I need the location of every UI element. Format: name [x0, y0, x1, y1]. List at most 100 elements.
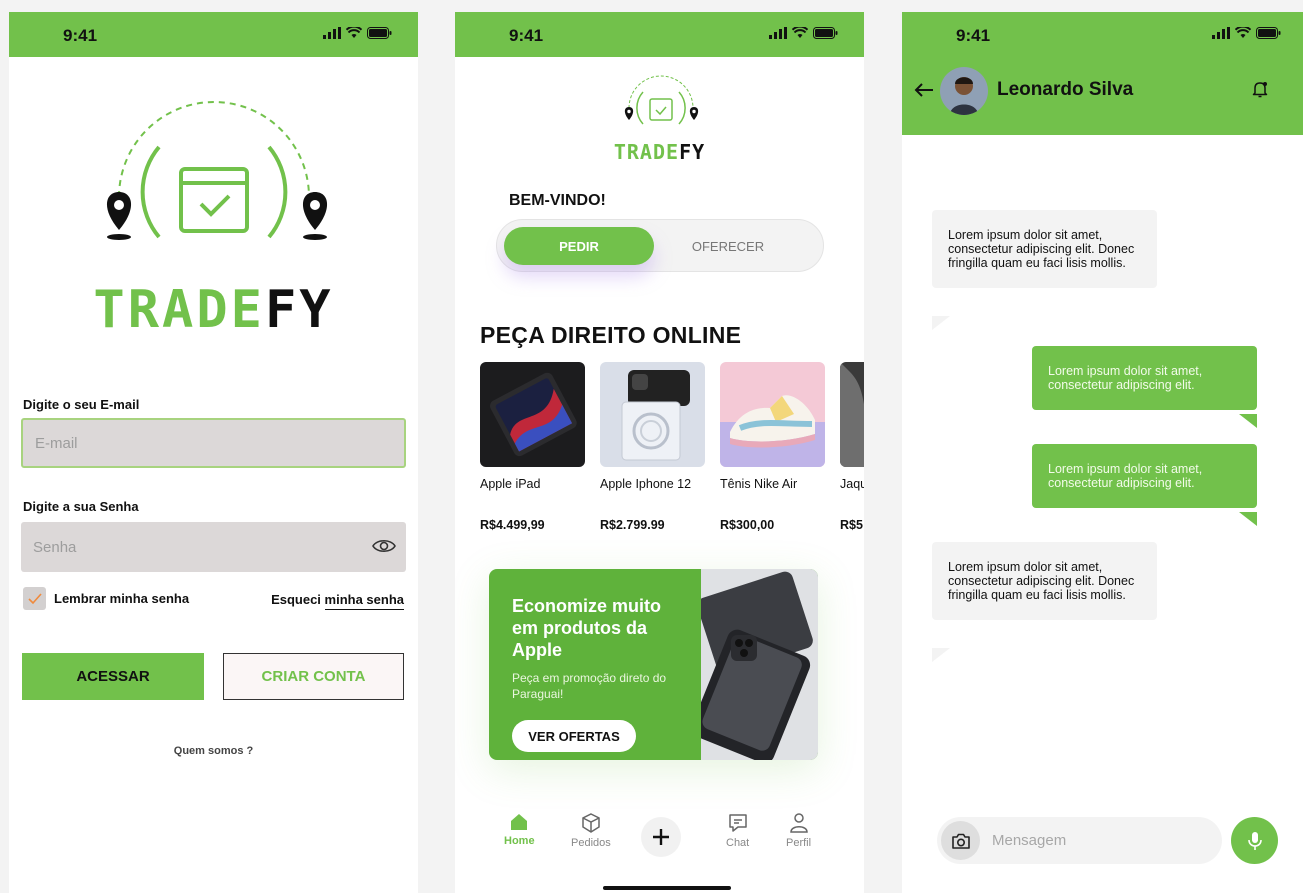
status-bar: 9:41 — [9, 12, 418, 57]
nav-label: Pedidos — [571, 837, 611, 849]
promo-title: Economize muito em produtos da Apple — [512, 596, 662, 660]
microphone-icon — [1247, 831, 1262, 850]
brand-wordmark: TRADEFY — [9, 280, 418, 340]
nav-label: Chat — [726, 837, 750, 849]
message-input[interactable] — [992, 817, 1192, 864]
battery-icon — [367, 27, 392, 39]
battery-icon — [1256, 27, 1281, 39]
bubble-tail — [1239, 512, 1257, 526]
brand-part1: TRADE — [613, 140, 680, 164]
chat-icon — [728, 814, 747, 832]
product-price: R$2.799.99 — [600, 518, 665, 532]
promo-subtitle: Peça em promoção direto do Paraguai! — [512, 671, 667, 701]
plus-icon — [653, 829, 669, 845]
camera-button[interactable] — [941, 821, 980, 860]
promo-image-iphones — [701, 569, 818, 760]
tradefy-logo-icon — [624, 75, 699, 125]
promo-banner[interactable]: Economize muito em produtos da Apple Peç… — [489, 569, 818, 760]
check-icon — [27, 592, 42, 604]
toggle-oferecer[interactable]: OFERECER — [653, 227, 803, 265]
section-title: PEÇA DIREITO ONLINE — [480, 322, 742, 348]
signal-icon — [769, 27, 787, 39]
chat-screen: 9:41 Leonardo Silva Lorem ipsum dolor si… — [902, 12, 1303, 893]
bubble-tail — [1239, 414, 1257, 428]
toggle-pedir[interactable]: PEDIR — [504, 227, 654, 265]
wifi-icon — [346, 27, 362, 38]
brand-part1: TRADE — [93, 280, 265, 340]
message-received: Lorem ipsum dolor sit amet, consectetur … — [932, 210, 1157, 288]
product-image-ipad — [480, 362, 585, 467]
product-name: Jaqueta Couro — [840, 477, 864, 491]
forgot-prefix: Esqueci — [271, 592, 325, 607]
back-arrow-icon[interactable] — [914, 82, 934, 98]
tradefy-logo-icon — [106, 101, 328, 240]
product-card[interactable]: Tênis Nike Air R$300,00 — [720, 362, 825, 532]
password-field[interactable]: Senha — [21, 522, 406, 572]
add-button[interactable] — [641, 817, 681, 857]
product-carousel: Apple iPad R$4.499,99 Apple Iphone 12 R$… — [480, 362, 864, 532]
see-offers-button[interactable]: VER OFERTAS — [512, 720, 636, 752]
nav-label: Home — [504, 835, 535, 847]
welcome-title: BEM-VINDO! — [509, 192, 606, 209]
product-name: Apple Iphone 12 — [600, 477, 692, 491]
message-received: Lorem ipsum dolor sit amet, consectetur … — [932, 542, 1157, 620]
product-price: R$4.499,99 — [480, 518, 545, 532]
signal-icon — [1212, 27, 1230, 39]
remember-checkbox[interactable] — [23, 587, 46, 610]
product-price: R$5 — [840, 518, 863, 532]
avatar[interactable] — [940, 67, 988, 115]
access-button[interactable]: ACESSAR — [22, 653, 204, 700]
product-name: Tênis Nike Air — [720, 477, 798, 491]
eye-icon[interactable] — [372, 536, 396, 556]
forgot-link-text: minha senha — [324, 592, 404, 610]
bubble-tail — [932, 648, 950, 662]
bubble-tail — [932, 316, 950, 330]
message-sent: Lorem ipsum dolor sit amet, consectetur … — [1032, 346, 1257, 410]
product-image-iphone — [600, 362, 705, 467]
status-icons — [1212, 27, 1281, 39]
camera-icon — [951, 833, 970, 849]
home-icon — [511, 814, 528, 830]
brand-part2: FY — [264, 280, 334, 340]
status-time: 9:41 — [63, 26, 98, 45]
remember-label: Lembrar minha senha — [54, 591, 190, 606]
product-image-sneaker — [720, 362, 825, 467]
remember-row[interactable]: Lembrar minha senha — [23, 587, 189, 610]
nav-label: Perfil — [786, 837, 812, 849]
password-label: Digite a sua Senha — [23, 499, 139, 514]
mic-button[interactable] — [1231, 817, 1278, 864]
product-image-jacket — [840, 362, 864, 467]
user-icon — [789, 813, 808, 833]
bell-icon[interactable] — [1251, 80, 1269, 98]
forgot-password-link[interactable]: Esqueci minha senha — [271, 592, 404, 610]
product-card[interactable]: Apple Iphone 12 R$2.799.99 — [600, 362, 705, 532]
status-bar: 9:41 — [902, 12, 1303, 57]
status-time: 9:41 — [509, 26, 544, 45]
email-placeholder: E-mail — [35, 434, 78, 452]
email-field[interactable]: E-mail — [21, 418, 406, 468]
status-icons — [323, 27, 392, 39]
bottom-nav: Home Pedidos Chat Perfil — [455, 812, 864, 862]
message-sent: Lorem ipsum dolor sit amet, consectetur … — [1032, 444, 1257, 508]
mode-toggle: PEDIR OFERECER — [496, 219, 824, 272]
nav-home[interactable]: Home — [504, 812, 535, 847]
nav-chat[interactable]: Chat — [726, 812, 749, 849]
nav-pedidos[interactable]: Pedidos — [571, 812, 611, 849]
create-account-button[interactable]: CRIAR CONTA — [223, 653, 404, 700]
password-placeholder: Senha — [33, 538, 77, 556]
status-icons — [769, 27, 838, 39]
brand-part2: FY — [679, 140, 706, 164]
wifi-icon — [792, 27, 808, 38]
product-card[interactable]: Jaqueta Couro R$5 — [840, 362, 864, 532]
about-link[interactable]: Quem somos ? — [9, 745, 418, 757]
email-label: Digite o seu E-mail — [23, 397, 140, 412]
contact-name: Leonardo Silva — [997, 79, 1134, 100]
product-card[interactable]: Apple iPad R$4.499,99 — [480, 362, 585, 532]
nav-perfil[interactable]: Perfil — [786, 812, 811, 849]
battery-icon — [813, 27, 838, 39]
login-screen: 9:41 TRADEFY Digite o seu E-mail E-mail … — [9, 12, 418, 893]
product-price: R$300,00 — [720, 518, 775, 532]
brand-wordmark: TRADEFY — [455, 140, 864, 164]
product-name: Apple iPad — [480, 477, 541, 491]
home-screen: 9:41 TRADEFY BEM-VINDO! PEDIR OFERECER P… — [455, 12, 864, 893]
